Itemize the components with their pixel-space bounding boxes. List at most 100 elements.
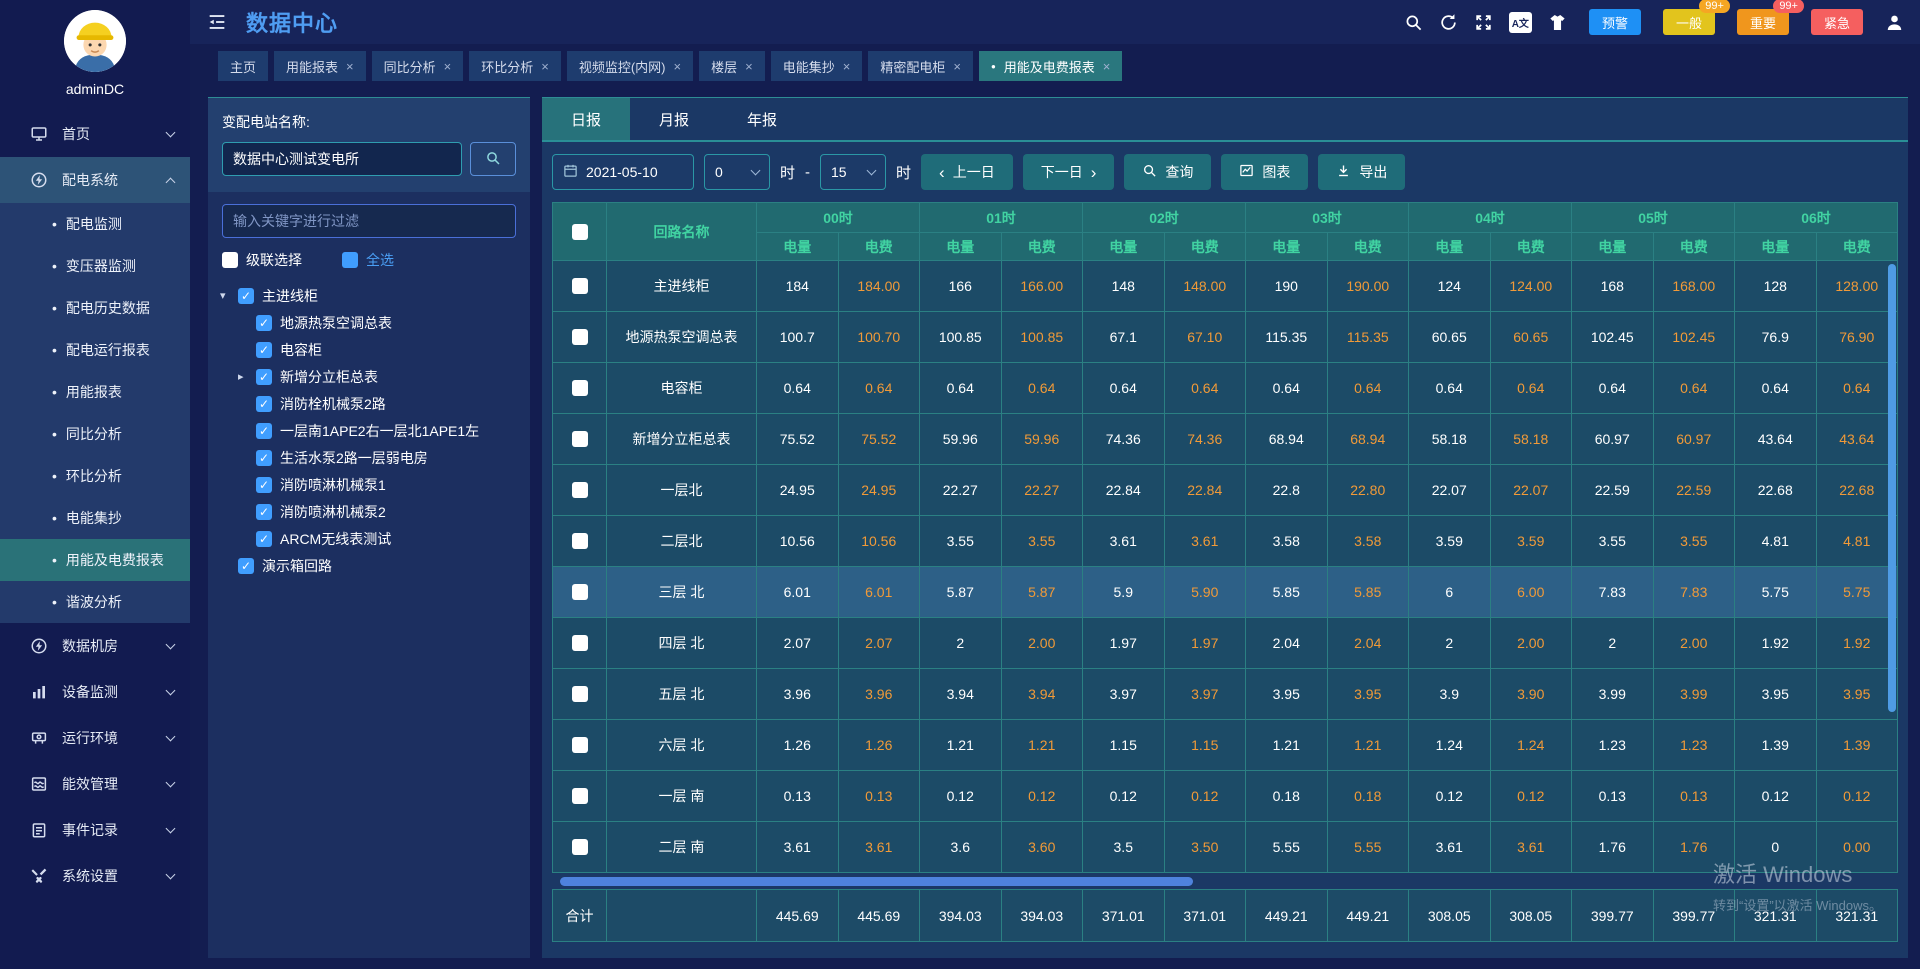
tree-node-checkbox[interactable]: ✓	[256, 531, 272, 547]
table-row[interactable]: 一层北24.9524.9522.2722.2722.8422.8422.822.…	[553, 465, 1898, 516]
sidebar-subitem[interactable]: •谐波分析	[0, 581, 190, 623]
alarm-button-yellow[interactable]: 一般99+	[1663, 9, 1715, 35]
table-row[interactable]: 五层 北3.963.963.943.943.973.973.953.953.93…	[553, 669, 1898, 720]
table-row[interactable]: 新增分立柜总表75.5275.5259.9659.9674.3674.3668.…	[553, 414, 1898, 465]
sidebar-item[interactable]: 能效管理	[0, 761, 190, 807]
horizontal-scrollbar[interactable]	[560, 877, 1193, 886]
report-period-tab[interactable]: 年报	[718, 98, 806, 140]
refresh-icon[interactable]	[1439, 13, 1458, 32]
tree-node[interactable]: ▾✓主进线柜	[208, 282, 530, 309]
theme-shirt-icon[interactable]	[1548, 13, 1567, 32]
nav-tab[interactable]: 同比分析×	[372, 51, 464, 81]
tree-node-checkbox[interactable]: ✓	[238, 288, 254, 304]
chart-button[interactable]: 图表	[1221, 154, 1308, 190]
row-checkbox[interactable]	[572, 584, 588, 600]
select-all-checkbox[interactable]	[342, 252, 358, 268]
close-tab-icon[interactable]: ×	[1103, 59, 1111, 74]
sidebar-subitem[interactable]: •配电运行报表	[0, 329, 190, 371]
sidebar-subitem[interactable]: •配电历史数据	[0, 287, 190, 329]
table-row[interactable]: 一层 南0.130.130.120.120.120.120.180.180.12…	[553, 771, 1898, 822]
end-hour-select[interactable]: 15	[820, 154, 886, 190]
tree-node[interactable]: ✓演示箱回路	[208, 552, 530, 579]
table-row[interactable]: 地源热泵空调总表100.7100.70100.85100.8567.167.10…	[553, 312, 1898, 363]
row-checkbox[interactable]	[572, 737, 588, 753]
tree-node-checkbox[interactable]: ✓	[256, 477, 272, 493]
caret-right-icon[interactable]: ▸	[238, 370, 256, 383]
report-period-tab[interactable]: 日报	[542, 98, 630, 140]
close-tab-icon[interactable]: ×	[953, 59, 961, 74]
row-checkbox[interactable]	[572, 431, 588, 447]
table-row[interactable]: 二层 南3.613.613.63.603.53.505.555.553.613.…	[553, 822, 1898, 873]
fullscreen-icon[interactable]	[1474, 13, 1493, 32]
tree-filter-input[interactable]	[222, 204, 516, 238]
tree-node-checkbox[interactable]: ✓	[256, 396, 272, 412]
nav-tab[interactable]: 视频监控(内网)×	[567, 51, 693, 81]
tree-node-checkbox[interactable]: ✓	[256, 369, 272, 385]
date-picker[interactable]: 2021-05-10	[552, 154, 694, 190]
vertical-scrollbar[interactable]	[1888, 264, 1896, 712]
prev-day-button[interactable]: ‹ 上一日	[921, 154, 1013, 190]
tree-node[interactable]: ✓生活水泵2路一层弱电房	[208, 444, 530, 471]
translate-icon[interactable]: A文	[1509, 12, 1532, 33]
nav-tab[interactable]: 环比分析×	[469, 51, 561, 81]
query-button[interactable]: 查询	[1124, 154, 1211, 190]
sidebar-item[interactable]: 配电系统	[0, 157, 190, 203]
start-hour-select[interactable]: 0	[704, 154, 770, 190]
sidebar-subitem[interactable]: •配电监测	[0, 203, 190, 245]
report-period-tab[interactable]: 月报	[630, 98, 718, 140]
row-checkbox[interactable]	[572, 635, 588, 651]
close-tab-icon[interactable]: ×	[346, 59, 354, 74]
station-name-input[interactable]	[222, 142, 462, 176]
tree-node[interactable]: ✓消防栓机械泵2路	[208, 390, 530, 417]
sidebar-subitem[interactable]: •电能集抄	[0, 497, 190, 539]
nav-tab[interactable]: 用能报表×	[274, 51, 366, 81]
sidebar-subitem[interactable]: •用能及电费报表	[0, 539, 190, 581]
sidebar-item[interactable]: 运行环境	[0, 715, 190, 761]
select-all-rows-checkbox[interactable]	[572, 224, 588, 240]
search-icon[interactable]	[1404, 13, 1423, 32]
caret-down-icon[interactable]: ▾	[220, 289, 238, 302]
cascade-select-checkbox[interactable]	[222, 252, 238, 268]
sidebar-subitem[interactable]: •用能报表	[0, 371, 190, 413]
tree-node-checkbox[interactable]: ✓	[256, 450, 272, 466]
alarm-button-red[interactable]: 紧急	[1811, 9, 1863, 35]
station-search-button[interactable]	[470, 142, 516, 176]
nav-tab[interactable]: 电能集抄×	[771, 51, 863, 81]
tree-node[interactable]: ✓电容柜	[208, 336, 530, 363]
row-checkbox[interactable]	[572, 482, 588, 498]
tree-node[interactable]: ✓一层南1APE2右一层北1APE1左	[208, 417, 530, 444]
menu-fold-icon[interactable]	[206, 11, 228, 33]
nav-tab[interactable]: 楼层×	[699, 51, 765, 81]
table-row[interactable]: 电容柜0.640.640.640.640.640.640.640.640.640…	[553, 363, 1898, 414]
table-row[interactable]: 四层 北2.072.0722.001.971.972.042.0422.0022…	[553, 618, 1898, 669]
user-icon[interactable]	[1885, 13, 1904, 32]
nav-tab[interactable]: ●用能及电费报表×	[979, 51, 1122, 81]
tree-node[interactable]: ✓消防喷淋机械泵1	[208, 471, 530, 498]
sidebar-item[interactable]: 设备监测	[0, 669, 190, 715]
table-row[interactable]: 主进线柜184184.00166166.00148148.00190190.00…	[553, 261, 1898, 312]
tree-node[interactable]: ✓ARCM无线表测试	[208, 525, 530, 552]
export-button[interactable]: 导出	[1318, 154, 1405, 190]
table-row[interactable]: 六层 北1.261.261.211.211.151.151.211.211.24…	[553, 720, 1898, 771]
sidebar-item[interactable]: 系统设置	[0, 853, 190, 899]
tree-node[interactable]: ✓地源热泵空调总表	[208, 309, 530, 336]
close-tab-icon[interactable]: ×	[745, 59, 753, 74]
tree-node-checkbox[interactable]: ✓	[256, 315, 272, 331]
nav-tab[interactable]: 精密配电柜×	[868, 51, 973, 81]
close-tab-icon[interactable]: ×	[674, 59, 682, 74]
sidebar-item[interactable]: 数据机房	[0, 623, 190, 669]
tree-node-checkbox[interactable]: ✓	[256, 504, 272, 520]
close-tab-icon[interactable]: ×	[843, 59, 851, 74]
alarm-button-blue[interactable]: 预警	[1589, 9, 1641, 35]
row-checkbox[interactable]	[572, 329, 588, 345]
nav-tab[interactable]: 主页	[218, 51, 268, 81]
alarm-button-orange[interactable]: 重要99+	[1737, 9, 1789, 35]
sidebar-subitem[interactable]: •变压器监测	[0, 245, 190, 287]
next-day-button[interactable]: 下一日 ›	[1023, 154, 1115, 190]
sidebar-item[interactable]: 首页	[0, 111, 190, 157]
row-checkbox[interactable]	[572, 278, 588, 294]
sidebar-subitem[interactable]: •环比分析	[0, 455, 190, 497]
row-checkbox[interactable]	[572, 788, 588, 804]
row-checkbox[interactable]	[572, 686, 588, 702]
tree-node[interactable]: ✓消防喷淋机械泵2	[208, 498, 530, 525]
